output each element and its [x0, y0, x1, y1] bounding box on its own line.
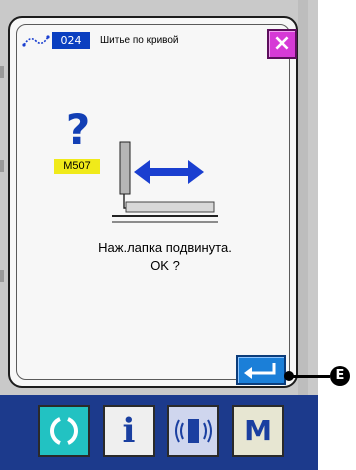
mode-button[interactable]: M	[232, 405, 284, 457]
info-button[interactable]: i	[103, 405, 155, 457]
communication-icon	[175, 419, 212, 443]
communication-button[interactable]	[167, 405, 219, 457]
pattern-number: 024	[52, 32, 90, 49]
help-question-icon: ?	[65, 105, 91, 154]
curve-sewing-icon	[22, 35, 50, 47]
message-text-line1: Наж.лапка подвинута.	[98, 240, 232, 255]
message-dialog: 024 Шитье по кривой × ? M507 Наж.лапка п…	[8, 16, 298, 388]
callout-badge: E	[330, 366, 350, 386]
background-strip	[298, 0, 308, 395]
mode-label: M	[244, 414, 272, 447]
callout-dot	[284, 371, 294, 381]
reset-icon	[50, 417, 78, 445]
info-icon: i	[122, 411, 136, 451]
message-text-line2: OK ?	[150, 258, 180, 273]
bottom-toolbar: i M	[0, 395, 318, 470]
dialog-titlebar: 024 Шитье по кривой ×	[20, 26, 297, 59]
close-button[interactable]: ×	[267, 29, 297, 59]
reset-button[interactable]	[38, 405, 90, 457]
edge-tick	[0, 66, 4, 78]
dialog-title: Шитье по кривой	[100, 35, 179, 46]
enter-arrow-icon	[244, 363, 276, 379]
presser-foot-illustration	[112, 141, 218, 223]
double-arrow-icon	[134, 160, 204, 184]
enter-button[interactable]	[236, 355, 286, 385]
edge-tick	[0, 160, 4, 172]
message-code: M507	[54, 159, 100, 174]
edge-tick	[0, 270, 4, 282]
